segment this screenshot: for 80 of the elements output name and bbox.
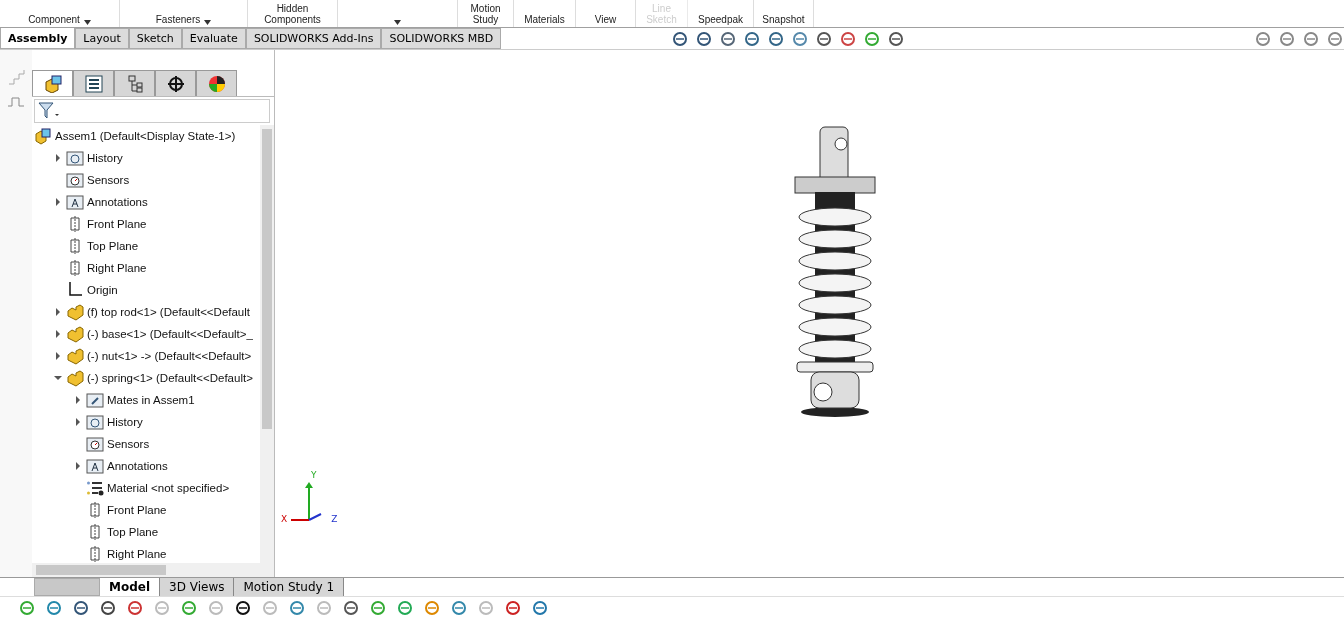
ribbon-group[interactable]: Snapshot — [754, 0, 814, 27]
feature-tree-icon — [42, 74, 63, 93]
expand-arrow-icon[interactable] — [54, 198, 62, 206]
ribbon-label[interactable]: Materials — [524, 14, 565, 25]
tree-item[interactable]: Origin — [87, 284, 118, 296]
expand-arrow-icon[interactable] — [54, 308, 62, 316]
ribbon-group[interactable]: Component — [0, 0, 120, 27]
command-tab[interactable]: Evaluate — [181, 28, 246, 49]
tree-item[interactable]: History — [107, 416, 143, 428]
expand-arrow-icon[interactable] — [74, 462, 82, 470]
tree-item[interactable]: Sensors — [87, 174, 130, 186]
filter-icon — [38, 102, 60, 120]
origin-icon — [66, 281, 84, 299]
tree-item[interactable]: Top Plane — [87, 240, 139, 252]
ribbon-label[interactable]: Fasteners — [155, 14, 201, 25]
tree-item[interactable]: (f) top rod<1> (Default<<Default — [87, 306, 250, 318]
manager-tab[interactable] — [73, 70, 114, 96]
part-icon — [66, 325, 84, 343]
sensor-folder-icon — [86, 435, 104, 453]
material-icon — [86, 479, 104, 497]
crosshair-icon — [165, 74, 186, 93]
part-icon — [66, 303, 84, 321]
tree-item[interactable]: (-) nut<1> -> (Default<<Default> — [87, 350, 252, 362]
expand-arrow-icon[interactable] — [54, 330, 62, 338]
sensor-folder-icon — [66, 171, 84, 189]
tree-item[interactable]: Annotations — [107, 460, 168, 472]
axis-label: Y — [311, 470, 317, 480]
history-folder-icon — [66, 149, 84, 167]
ribbon-group[interactable]: Materials — [514, 0, 576, 27]
caret-icon[interactable] — [83, 20, 91, 25]
command-tab[interactable]: SOLIDWORKS Add-Ins — [245, 28, 382, 49]
command-tab[interactable]: Sketch — [128, 28, 182, 49]
expand-arrow-icon[interactable] — [74, 396, 82, 404]
annotation-folder-icon — [66, 193, 84, 211]
property-list-icon — [83, 74, 104, 93]
ribbon-group[interactable]: Speedpak — [688, 0, 754, 27]
tree-item[interactable]: History — [87, 152, 123, 164]
command-tab[interactable]: SOLIDWORKS MBD — [381, 28, 502, 49]
tree-item[interactable]: Annotations — [87, 196, 148, 208]
manager-tab[interactable] — [155, 70, 196, 96]
command-tab[interactable]: Layout — [75, 28, 129, 49]
caret-icon[interactable] — [394, 20, 401, 25]
tree-item[interactable]: Front Plane — [87, 218, 147, 230]
tree-item[interactable]: Material <not specified> — [107, 482, 230, 494]
tree-item[interactable]: Mates in Assem1 — [107, 394, 195, 406]
part-icon — [66, 347, 84, 365]
tree-item[interactable]: Right Plane — [107, 548, 167, 560]
expand-arrow-icon[interactable] — [74, 418, 82, 426]
annotation-folder-icon — [86, 457, 104, 475]
tree-item[interactable]: Right Plane — [87, 262, 147, 274]
axis-label: Z — [331, 514, 338, 524]
caret-icon[interactable] — [204, 20, 212, 25]
tree-item[interactable]: Top Plane — [107, 526, 159, 538]
ribbon-group[interactable]: Fasteners — [120, 0, 248, 27]
filter-field[interactable] — [34, 99, 270, 123]
ribbon-label[interactable]: Speedpak — [697, 14, 743, 25]
axis-label: X — [281, 514, 288, 524]
tree-item[interactable]: (-) base<1> (Default<<Default>_ — [87, 328, 253, 340]
command-tab[interactable]: Assembly — [0, 28, 76, 49]
sheet-tab[interactable]: Motion Study 1 — [234, 578, 345, 596]
part-icon — [66, 369, 84, 387]
tree-item[interactable]: Sensors — [107, 438, 150, 450]
color-wheel-icon — [206, 74, 227, 93]
history-folder-icon — [86, 413, 104, 431]
sheet-tab[interactable]: 3D Views — [160, 578, 235, 596]
collapse-arrow-icon[interactable] — [54, 374, 62, 382]
ribbon-label[interactable]: Snapshot — [762, 14, 805, 25]
tree-item[interactable]: Assem1 (Default<Display State-1>) — [55, 130, 236, 142]
tree-item[interactable]: (-) spring<1> (Default<<Default> — [87, 372, 253, 384]
ribbon-label[interactable]: Component — [28, 14, 80, 25]
tree-item[interactable]: Front Plane — [107, 504, 167, 516]
expand-arrow-icon[interactable] — [54, 352, 62, 360]
horizontal-scrollbar[interactable] — [32, 563, 274, 577]
manager-tab[interactable] — [196, 70, 237, 96]
expand-arrow-icon[interactable] — [54, 154, 62, 162]
mates-folder-icon — [86, 391, 104, 409]
assembly-icon — [34, 127, 52, 145]
ribbon-label[interactable]: View — [594, 14, 617, 25]
ribbon-group[interactable]: View — [576, 0, 636, 27]
vertical-scrollbar[interactable] — [260, 125, 274, 563]
